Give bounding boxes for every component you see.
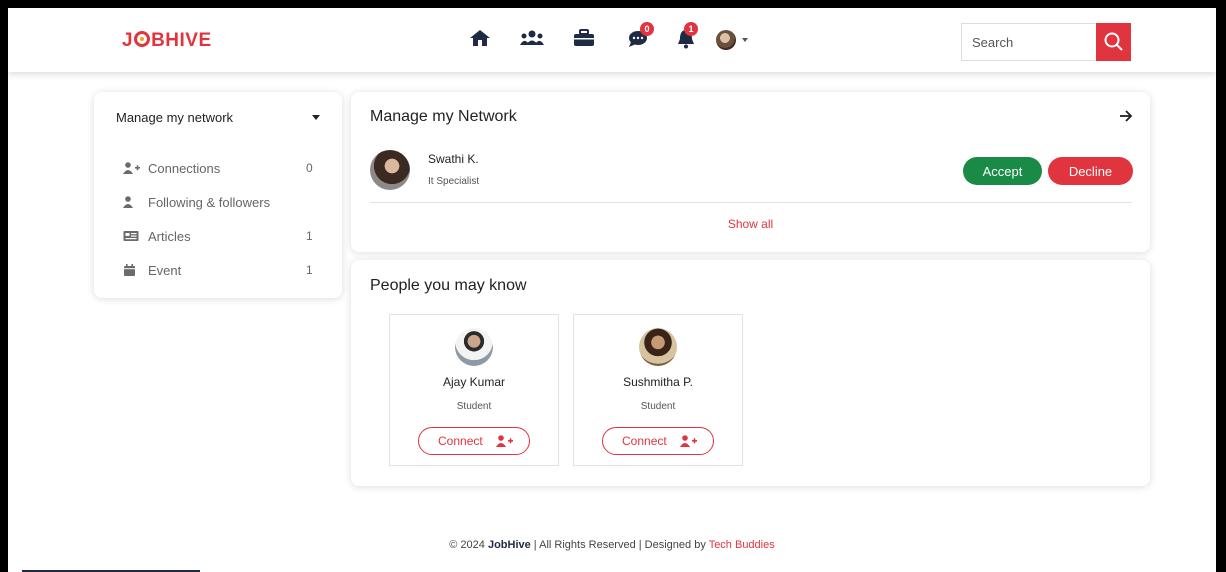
app-frame: J BHIVE 0 1 Search Manage my network Con… bbox=[8, 8, 1216, 572]
nav-notifications[interactable]: 1 bbox=[672, 22, 702, 54]
newspaper-icon bbox=[123, 231, 139, 241]
home-icon bbox=[470, 30, 490, 46]
sidebar-item-label: Following & followers bbox=[148, 195, 271, 210]
logo-o-icon bbox=[134, 31, 151, 47]
search-icon bbox=[1104, 32, 1123, 51]
sidebar-title: Manage my network bbox=[116, 110, 234, 125]
users-icon bbox=[520, 30, 544, 45]
decline-button[interactable]: Decline bbox=[1048, 157, 1133, 185]
user-plus-icon bbox=[680, 435, 697, 447]
divider bbox=[370, 202, 1132, 203]
nav-home[interactable] bbox=[466, 24, 496, 54]
request-avatar[interactable] bbox=[370, 150, 410, 190]
person-card: Sushmitha P. Student Connect bbox=[573, 314, 743, 466]
nav-messages[interactable]: 0 bbox=[624, 22, 654, 54]
notifications-badge: 1 bbox=[684, 22, 698, 36]
pymk-title: People you may know bbox=[370, 277, 527, 294]
person-name[interactable]: Sushmitha P. bbox=[574, 375, 742, 389]
logo-text-end: BHIVE bbox=[151, 30, 212, 51]
accept-button[interactable]: Accept bbox=[963, 157, 1042, 185]
person-card: Ajay Kumar Student Connect bbox=[389, 314, 559, 466]
footer-rights: | All Rights Reserved | Designed by bbox=[530, 539, 709, 551]
sidebar-item-event[interactable]: Event 1 bbox=[123, 261, 323, 281]
search-button[interactable] bbox=[1096, 23, 1131, 61]
logo-text-start: J bbox=[122, 30, 134, 51]
arrow-right-icon[interactable] bbox=[1119, 109, 1133, 123]
profile-caret-icon[interactable] bbox=[742, 38, 748, 42]
page-footer: © 2024 JobHive | All Rights Reserved | D… bbox=[8, 539, 1216, 551]
top-navbar: J BHIVE 0 1 bbox=[8, 8, 1216, 72]
person-avatar[interactable] bbox=[455, 328, 493, 366]
show-all-link[interactable]: Show all bbox=[728, 217, 773, 231]
sidebar-item-count: 1 bbox=[306, 263, 313, 277]
profile-avatar[interactable] bbox=[716, 30, 736, 50]
connect-label: Connect bbox=[622, 434, 667, 448]
search-bar bbox=[961, 23, 1131, 61]
footer-designer-link[interactable]: Tech Buddies bbox=[709, 539, 775, 551]
request-role: It Specialist bbox=[428, 176, 480, 187]
show-all-row: Show all bbox=[351, 217, 1150, 231]
briefcase-icon bbox=[574, 29, 594, 46]
calendar-icon bbox=[124, 264, 135, 276]
nav-jobs[interactable] bbox=[570, 24, 600, 54]
connect-button[interactable]: Connect bbox=[418, 427, 530, 455]
sidebar-item-articles[interactable]: Articles 1 bbox=[123, 227, 323, 247]
brand-logo[interactable]: J BHIVE bbox=[122, 30, 212, 52]
footer-brand: JobHive bbox=[487, 539, 531, 551]
messages-badge: 0 bbox=[640, 22, 654, 36]
manage-network-card: Manage my Network Swathi K. It Specialis… bbox=[351, 92, 1150, 252]
network-sidebar: Manage my network Connections 0 Followin… bbox=[94, 92, 342, 298]
sidebar-caret-icon[interactable] bbox=[312, 115, 320, 120]
sidebar-item-count: 0 bbox=[306, 161, 313, 175]
person-name[interactable]: Ajay Kumar bbox=[390, 375, 558, 389]
user-icon bbox=[123, 196, 133, 208]
person-role: Student bbox=[456, 401, 492, 412]
sidebar-item-following[interactable]: Following & followers bbox=[123, 193, 323, 213]
user-plus-icon bbox=[496, 435, 513, 447]
nav-network[interactable] bbox=[516, 24, 546, 54]
person-avatar[interactable] bbox=[639, 328, 677, 366]
footer-copyright: © 2024 bbox=[449, 539, 488, 551]
sidebar-item-label: Event bbox=[148, 263, 182, 278]
network-card-title: Manage my Network bbox=[370, 108, 517, 125]
sidebar-item-label: Connections bbox=[148, 161, 221, 176]
user-plus-icon bbox=[123, 162, 140, 174]
sidebar-item-connections[interactable]: Connections 0 bbox=[123, 159, 323, 179]
sidebar-item-label: Articles bbox=[148, 229, 191, 244]
person-role: Student bbox=[640, 401, 676, 412]
people-you-may-know-card: People you may know Ajay Kumar Student C… bbox=[351, 260, 1150, 486]
sidebar-item-count: 1 bbox=[306, 229, 313, 243]
connect-button[interactable]: Connect bbox=[602, 427, 714, 455]
connect-label: Connect bbox=[438, 434, 483, 448]
request-name[interactable]: Swathi K. bbox=[428, 152, 479, 166]
search-input[interactable] bbox=[961, 23, 1097, 61]
